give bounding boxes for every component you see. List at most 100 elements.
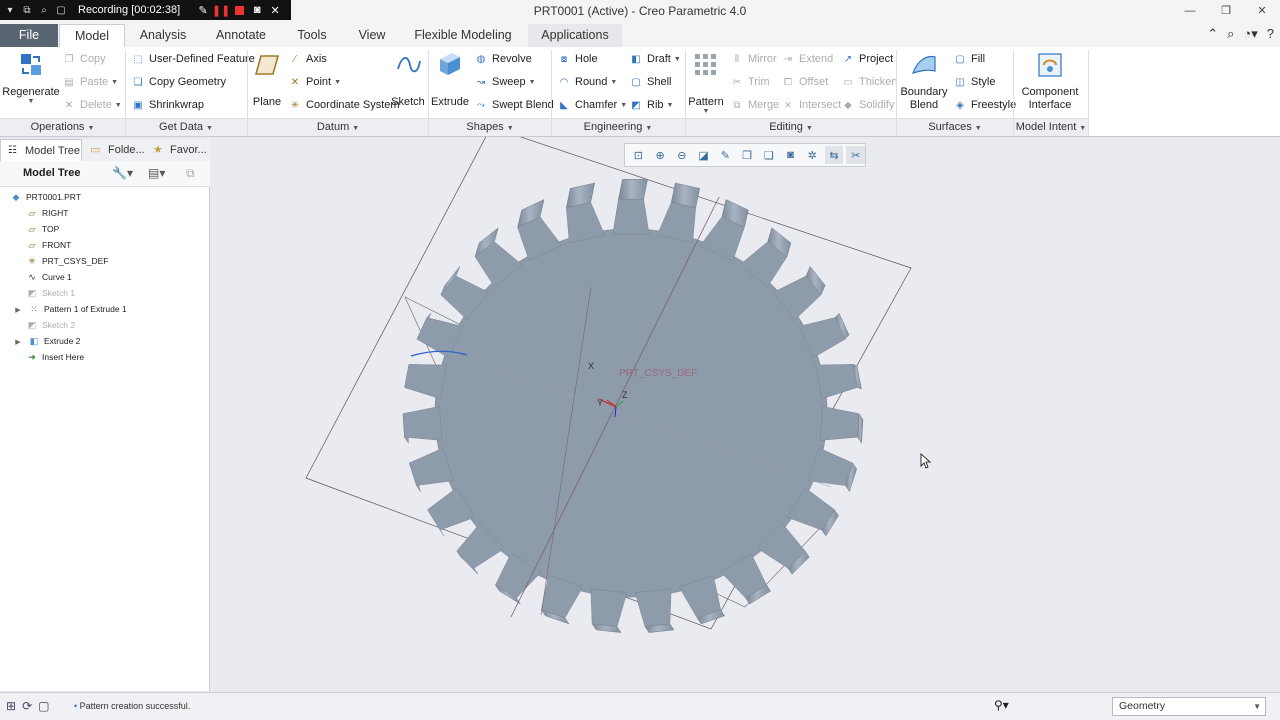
project-button[interactable]: ↗ Project xyxy=(841,50,893,68)
revolve-button[interactable]: ◍ Revolve xyxy=(474,50,532,68)
freestyle-button[interactable]: ◈ Freestyle xyxy=(953,96,1016,114)
coordinate-system-button[interactable]: ✳ Coordinate System xyxy=(288,96,400,114)
axis-button[interactable]: ⁄ Axis xyxy=(288,50,327,68)
intersect-button[interactable]: ⨯ Intersect xyxy=(781,96,841,114)
tab-model[interactable]: Model xyxy=(59,24,125,48)
component-interface-button[interactable]: Component Interface xyxy=(1016,51,1084,112)
filter-icon[interactable]: ⧉ xyxy=(186,166,195,181)
gear-model[interactable]: X Y Z PRT_CSYS_DEF xyxy=(211,126,1280,691)
selection-filter[interactable]: Geometry ▼ xyxy=(1112,697,1266,716)
saved-orientations-icon[interactable]: ❒ xyxy=(738,146,757,164)
shell-button[interactable]: ▢ Shell xyxy=(629,73,671,91)
reorient-icon[interactable]: ✎ xyxy=(716,146,735,164)
sketch-button[interactable]: Sketch xyxy=(390,51,426,108)
stop-icon[interactable] xyxy=(230,0,248,20)
display-style-icon[interactable]: ◙ xyxy=(781,146,800,164)
group-get-data[interactable]: Get Data ▼ xyxy=(126,120,246,136)
zoom-in-icon[interactable]: ⊕ xyxy=(651,146,670,164)
hole-button[interactable]: ⧇ Hole xyxy=(557,50,598,68)
round-button[interactable]: ◠ Round ▼ xyxy=(557,73,618,91)
group-operations[interactable]: Operations ▼ xyxy=(0,120,125,136)
expand-icon[interactable]: ▶ xyxy=(12,335,24,351)
pen-icon[interactable]: ✎ xyxy=(194,0,212,20)
refit-icon[interactable]: ⊡ xyxy=(629,146,648,164)
thicken-button[interactable]: ▭ Thicken xyxy=(841,73,897,91)
rib-button[interactable]: ◩ Rib ▼ xyxy=(629,96,673,114)
group-engineering[interactable]: Engineering ▼ xyxy=(552,120,684,136)
tab-analysis[interactable]: Analysis xyxy=(127,24,199,47)
tab-flexible-modeling[interactable]: Flexible Modeling xyxy=(403,24,523,47)
copy-button[interactable]: ❐ Copy xyxy=(62,50,106,68)
tree-node[interactable]: ◆ PRT0001.PRT xyxy=(10,189,81,205)
camera-icon[interactable]: ◙ xyxy=(248,0,266,20)
close-icon[interactable]: ✕ xyxy=(266,0,284,20)
tab-annotate[interactable]: Annotate xyxy=(202,24,280,47)
repaint-icon[interactable]: ◪ xyxy=(694,146,713,164)
restore-icon[interactable]: ❐ xyxy=(1208,0,1244,22)
tree-node[interactable]: ✳ PRT_CSYS_DEF xyxy=(26,253,108,269)
plane-button[interactable]: Plane xyxy=(250,51,284,108)
solidify-button[interactable]: ◆ Solidify xyxy=(841,96,894,114)
mirror-button[interactable]: ⫴ Mirror xyxy=(730,50,777,68)
tree-node[interactable]: ◩ Sketch 1 xyxy=(26,285,75,301)
pattern-button[interactable]: Pattern ▼ xyxy=(688,51,724,115)
regenerate-button[interactable]: Regenerate ▼ xyxy=(2,51,60,105)
draft-button[interactable]: ◧ Draft ▼ xyxy=(629,50,681,68)
extrude-button[interactable]: Extrude xyxy=(431,51,469,108)
swept-blend-button[interactable]: ⤳ Swept Blend xyxy=(474,96,554,114)
navigator-toggle-icon[interactable]: ⊞ xyxy=(6,699,16,713)
pause-icon[interactable]: ❚❚ xyxy=(212,0,230,20)
delete-button[interactable]: ✕ Delete ▼ xyxy=(62,96,122,114)
community-icon[interactable]: ◔▾ xyxy=(1243,26,1257,42)
copy-geometry-button[interactable]: ❏ Copy Geometry xyxy=(131,73,227,91)
style-button[interactable]: ◫ Style xyxy=(953,73,995,91)
user-defined-feature-button[interactable]: ⬚ User-Defined Feature xyxy=(131,50,255,68)
merge-button[interactable]: ⧉ Merge xyxy=(730,96,779,114)
group-surfaces[interactable]: Surfaces ▼ xyxy=(897,120,1013,136)
tree-node[interactable]: ➜ Insert Here xyxy=(26,349,84,365)
zoom-out-icon[interactable]: ⊖ xyxy=(672,146,691,164)
tree-node[interactable]: ∿ Curve 1 xyxy=(26,269,72,285)
tab-applications[interactable]: Applications xyxy=(528,24,622,47)
tab-favorites[interactable]: ★ Favor... xyxy=(146,139,208,161)
menu-icon[interactable]: ▾ xyxy=(3,0,17,20)
group-model-intent[interactable]: Model Intent ▼ xyxy=(1014,120,1088,136)
group-datum[interactable]: Datum ▼ xyxy=(248,120,428,136)
tree-node[interactable]: ▱ TOP xyxy=(26,221,60,237)
shrinkwrap-button[interactable]: ▣ Shrinkwrap xyxy=(131,96,204,114)
fullscreen-icon[interactable]: ▢ xyxy=(38,699,49,713)
annotation-display-icon[interactable]: ⇆ xyxy=(824,146,844,164)
region-icon[interactable]: ▢ xyxy=(54,0,68,20)
graphics-window[interactable]: X Y Z PRT_CSYS_DEF xyxy=(211,126,1280,691)
minimize-icon[interactable]: — xyxy=(1172,0,1208,22)
boundary-blend-button[interactable]: Boundary Blend xyxy=(900,51,948,112)
tab-view[interactable]: View xyxy=(344,24,400,47)
point-button[interactable]: ✕ Point ▼ xyxy=(288,73,341,91)
chamfer-button[interactable]: ◣ Chamfer ▼ xyxy=(557,96,627,114)
zoom-icon[interactable]: ⌕ xyxy=(37,0,51,20)
tab-folder-browser[interactable]: ▭ Folde... xyxy=(84,139,145,161)
tab-tools[interactable]: Tools xyxy=(283,24,341,47)
show-icon[interactable]: ▤▾ xyxy=(148,166,165,180)
view-manager-icon[interactable]: ❏ xyxy=(759,146,778,164)
spin-center-icon[interactable]: ✂ xyxy=(846,146,866,164)
help-icon[interactable]: ? xyxy=(1267,26,1274,42)
collapse-ribbon-icon[interactable]: ⌃ xyxy=(1207,26,1218,42)
tree-node[interactable]: ◩ Sketch 2 xyxy=(26,317,75,333)
group-editing[interactable]: Editing ▼ xyxy=(686,120,896,136)
tab-file[interactable]: File xyxy=(0,24,58,47)
extend-button[interactable]: ⇥ Extend xyxy=(781,50,833,68)
expand-icon[interactable]: ▶ xyxy=(12,303,24,319)
tree-node[interactable]: ▶ ◧ Extrude 2 xyxy=(12,333,80,349)
datum-display-icon[interactable]: ✲ xyxy=(803,146,822,164)
group-shapes[interactable]: Shapes ▼ xyxy=(429,120,551,136)
offset-button[interactable]: ⧠ Offset xyxy=(781,73,828,91)
fill-button[interactable]: ▢ Fill xyxy=(953,50,985,68)
search-icon[interactable]: ⌕ xyxy=(1227,26,1234,42)
sweep-button[interactable]: ↝ Sweep ▼ xyxy=(474,73,536,91)
find-icon[interactable]: ⚲▾ xyxy=(994,698,1009,712)
tree-node[interactable]: ▱ RIGHT xyxy=(26,205,69,221)
settings-icon[interactable]: 🔧▾ xyxy=(112,166,133,180)
trim-button[interactable]: ✂ Trim xyxy=(730,73,770,91)
tree-node[interactable]: ▱ FRONT xyxy=(26,237,72,253)
